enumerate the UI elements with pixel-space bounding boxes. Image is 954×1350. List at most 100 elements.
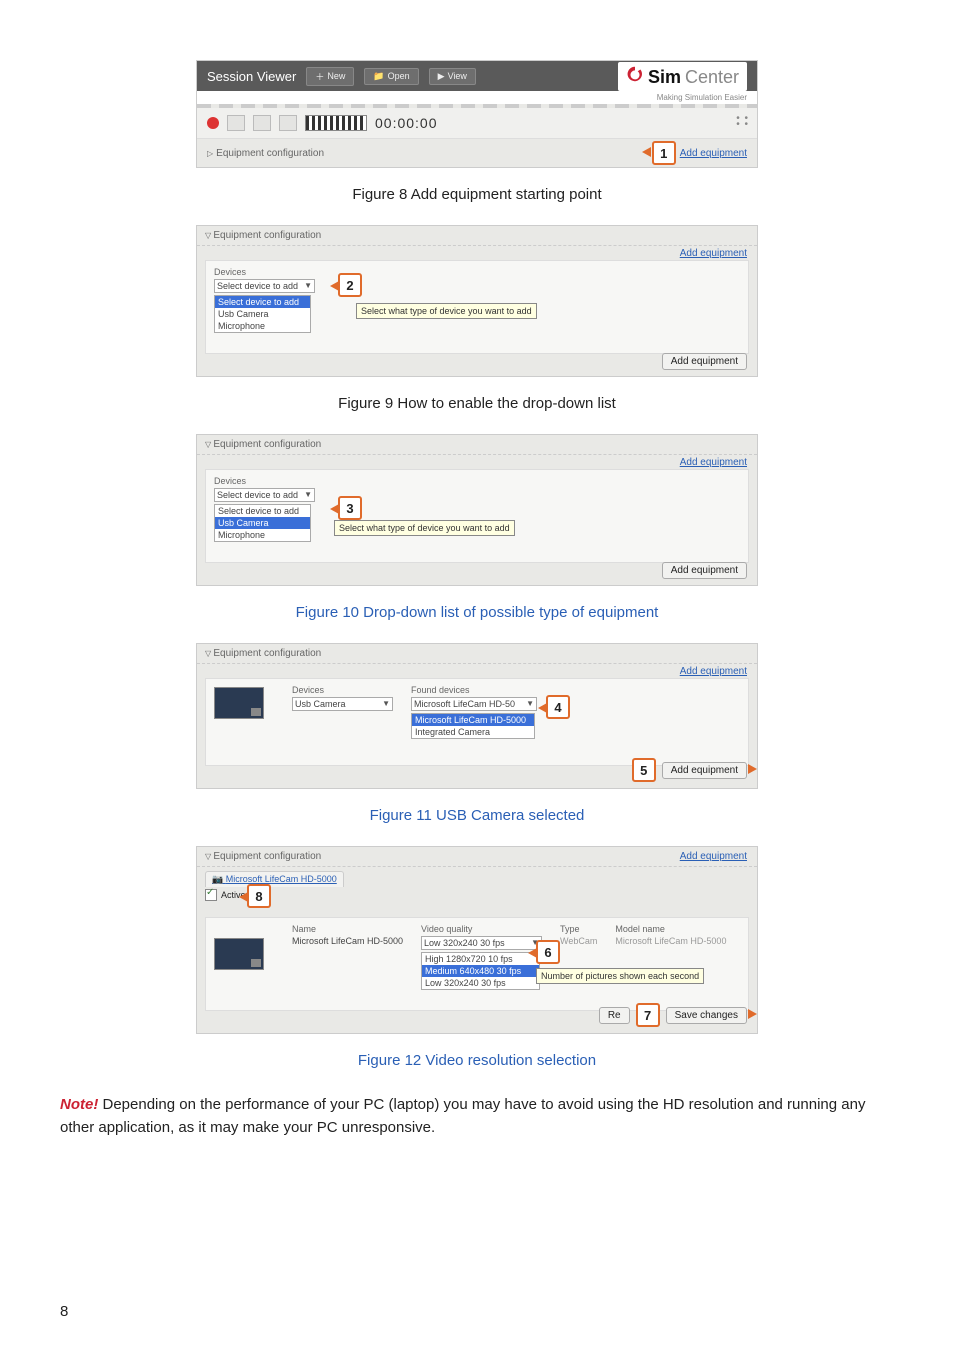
open-button[interactable]: 📁Open: [364, 68, 418, 85]
device-select[interactable]: Usb Camera▼: [292, 697, 393, 711]
active-checkbox[interactable]: [205, 889, 217, 901]
found-device-select[interactable]: Microsoft LifeCam HD-50▼: [411, 697, 537, 711]
equipment-config-header[interactable]: Equipment configuration: [197, 644, 757, 664]
tabbar: 📷 Microsoft LifeCam HD-5000 Add equipmen…: [197, 867, 757, 887]
equipment-config-header[interactable]: Equipment configuration: [197, 847, 757, 867]
callout-5: 5: [632, 758, 656, 782]
fig12-caption: Figure 12 Video resolution selection: [60, 1052, 894, 1069]
vq-option[interactable]: Medium 640x480 30 fps: [422, 965, 539, 977]
level-meter: [305, 115, 367, 131]
callout-3: 3: [338, 496, 362, 520]
view-button[interactable]: ▶View: [429, 68, 476, 85]
note-body: Depending on the performance of your PC …: [60, 1096, 865, 1136]
save-changes-button[interactable]: Save changes: [666, 1007, 747, 1024]
stop-button[interactable]: [253, 115, 271, 131]
pause-button[interactable]: [227, 115, 245, 131]
device-select[interactable]: Select device to add▼: [214, 279, 315, 293]
logo: SimCenter: [618, 62, 747, 91]
device-option[interactable]: Select device to add: [215, 505, 310, 517]
callout-1: 1: [652, 141, 676, 165]
record-icon[interactable]: [207, 117, 219, 129]
logo-tagline: Making Simulation Easier: [197, 91, 757, 104]
fig11-panel: Equipment configuration Add equipment De…: [196, 643, 758, 789]
device-option[interactable]: Usb Camera: [215, 517, 310, 529]
devices-box: Devices Select device to add▼ Select dev…: [205, 469, 749, 563]
note-paragraph: Note! Depending on the performance of yo…: [60, 1093, 894, 1140]
camera-thumb: [214, 687, 264, 719]
device-option[interactable]: Microphone: [215, 529, 310, 541]
callout-6: 6: [536, 940, 560, 964]
equipment-config-header[interactable]: Equipment configuration: [197, 226, 757, 246]
vq-option[interactable]: Low 320x240 30 fps: [422, 977, 539, 989]
time-display: 00:00:00: [375, 115, 438, 131]
device-dropdown[interactable]: Select device to add Usb Camera Micropho…: [214, 295, 311, 333]
chevron-down-icon: ▼: [526, 699, 534, 708]
chevron-down-icon: ▼: [304, 490, 312, 499]
fig12-panel: Equipment configuration 📷 Microsoft Life…: [196, 846, 758, 1034]
devices-box: Devices Select device to add▼ Select dev…: [205, 260, 749, 354]
fig8-caption: Figure 8 Add equipment starting point: [60, 186, 894, 203]
callout-8: 8: [247, 884, 271, 908]
reset-button[interactable]: Re: [599, 1007, 630, 1024]
vq-dropdown[interactable]: High 1280x720 10 fps Medium 640x480 30 f…: [421, 952, 540, 990]
callout-2: 2: [338, 273, 362, 297]
session-title: Session Viewer: [207, 69, 296, 84]
device-tooltip: Select what type of device you want to a…: [356, 303, 537, 319]
page-number: 8: [60, 1303, 68, 1320]
add-equipment-link[interactable]: Add equipment: [680, 851, 747, 862]
device-detail-box: Name Microsoft LifeCam HD-5000 Video qua…: [205, 917, 749, 1011]
session-topbar: Session Viewer ＋New 📁Open ▶View SimCente…: [197, 61, 757, 91]
fps-tooltip: Number of pictures shown each second: [536, 968, 704, 984]
chevron-down-icon: ▼: [304, 281, 312, 290]
add-equipment-button[interactable]: Add equipment: [662, 762, 747, 779]
callout-4: 4: [546, 695, 570, 719]
name-label: Name: [292, 924, 403, 934]
plus-icon: ＋: [315, 70, 324, 83]
note-label: Note!: [60, 1096, 98, 1113]
devices-label: Devices: [292, 685, 393, 695]
found-devices-label: Found devices: [411, 685, 537, 695]
add-equipment-link[interactable]: Add equipment: [680, 148, 747, 159]
device-option[interactable]: Microphone: [215, 320, 310, 332]
found-dropdown[interactable]: Microsoft LifeCam HD-5000 Integrated Cam…: [411, 713, 535, 739]
device-dropdown[interactable]: Select device to add Usb Camera Micropho…: [214, 504, 311, 542]
type-label: Type: [560, 924, 597, 934]
camera-thumb: [214, 938, 264, 970]
add-equipment-button[interactable]: Add equipment: [662, 562, 747, 579]
tab-lifecam[interactable]: 📷 Microsoft LifeCam HD-5000: [205, 871, 344, 887]
fig10-panel: Equipment configuration Add equipment De…: [196, 434, 758, 586]
play-icon: ▶: [438, 71, 445, 82]
device-option[interactable]: Select device to add: [215, 296, 310, 308]
folder-icon: 📁: [373, 71, 384, 82]
devices-label: Devices: [214, 267, 315, 277]
equipment-config-row[interactable]: Equipment configuration 1 Add equipment: [197, 139, 757, 167]
model-value: Microsoft LifeCam HD-5000: [615, 936, 726, 946]
devices-box: Devices Usb Camera▼ Found devices Micros…: [205, 678, 749, 766]
model-label: Model name: [615, 924, 726, 934]
fig8-panel: Session Viewer ＋New 📁Open ▶View SimCente…: [196, 60, 758, 168]
fig9-panel: Equipment configuration Add equipment De…: [196, 225, 758, 377]
found-option[interactable]: Integrated Camera: [412, 726, 534, 738]
callout-7: 7: [636, 1003, 660, 1027]
add-equipment-button[interactable]: Add equipment: [662, 353, 747, 370]
vq-option[interactable]: High 1280x720 10 fps: [422, 953, 539, 965]
devices-label: Devices: [214, 476, 315, 486]
volume-button[interactable]: [279, 115, 297, 131]
equipment-config-header[interactable]: Equipment configuration: [197, 435, 757, 455]
grip-icon[interactable]: • •• •: [736, 116, 749, 128]
device-select[interactable]: Select device to add▼: [214, 488, 315, 502]
fig10-caption: Figure 10 Drop-down list of possible typ…: [60, 604, 894, 621]
playbar: 00:00:00 • •• •: [197, 108, 757, 139]
video-quality-select[interactable]: Low 320x240 30 fps▼: [421, 936, 542, 950]
fig11-caption: Figure 11 USB Camera selected: [60, 807, 894, 824]
fig9-caption: Figure 9 How to enable the drop-down lis…: [60, 395, 894, 412]
name-value: Microsoft LifeCam HD-5000: [292, 936, 403, 946]
chevron-down-icon: ▼: [382, 699, 390, 708]
video-quality-label: Video quality: [421, 924, 542, 934]
found-option[interactable]: Microsoft LifeCam HD-5000: [412, 714, 534, 726]
device-option[interactable]: Usb Camera: [215, 308, 310, 320]
new-button[interactable]: ＋New: [306, 67, 354, 86]
type-value: WebCam: [560, 936, 597, 946]
swirl-icon: [626, 65, 644, 83]
device-tooltip: Select what type of device you want to a…: [334, 520, 515, 536]
